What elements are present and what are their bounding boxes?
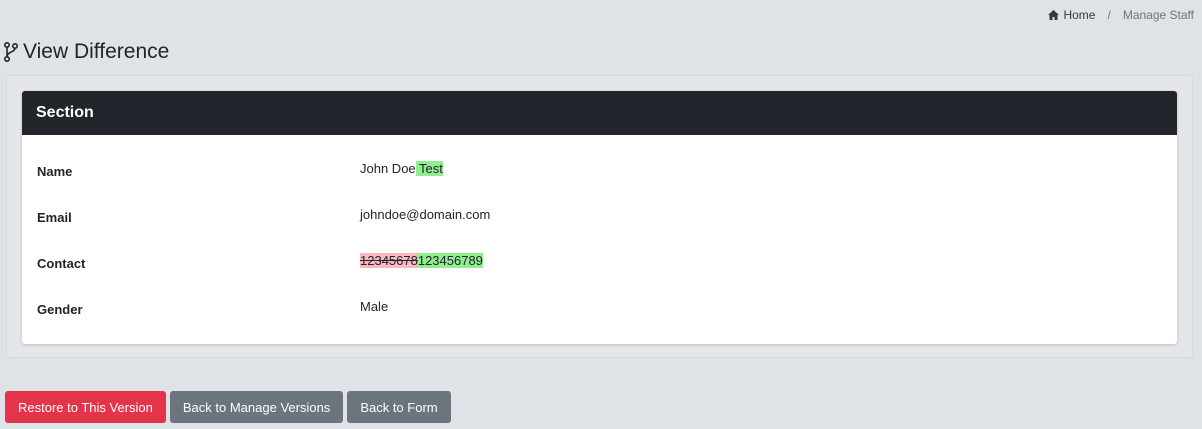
name-inserted-text: Test [415,161,443,176]
field-value-email: johndoe@domain.com [360,207,491,222]
back-to-form-button[interactable]: Back to Form [347,391,451,423]
field-row-gender: Gender Male [22,285,1177,331]
field-label-name: Name [37,164,73,179]
action-buttons: Restore to This Version Back to Manage V… [5,391,455,423]
field-label-contact: Contact [37,256,86,271]
back-to-manage-versions-button[interactable]: Back to Manage Versions [169,391,344,423]
field-row-name: Name John Doe Test [22,147,1177,193]
field-value-name: John Doe Test [360,161,443,176]
breadcrumb: Home / Manage Staff [1048,8,1194,22]
field-value-gender: Male [360,299,389,314]
contact-deleted-text: 12345678 [360,253,418,268]
section-body: Name John Doe Test Email johndoe@domain.… [22,135,1177,331]
contact-inserted-text: 123456789 [417,253,483,268]
field-label-gender: Gender [37,302,83,317]
page-title-text: View Difference [23,40,170,63]
field-row-email: Email johndoe@domain.com [22,193,1177,239]
field-label-email: Email [37,210,72,225]
restore-version-button[interactable]: Restore to This Version [5,391,166,423]
section-card: Section Name John Doe Test Email johndoe… [22,91,1177,344]
field-row-contact: Contact 12345678123456789 [22,239,1177,285]
section-header: Section [22,91,1177,135]
home-icon [1048,10,1060,20]
breadcrumb-home-label: Home [1063,8,1096,22]
breadcrumb-home-link[interactable]: Home [1048,8,1095,22]
field-value-contact: 12345678123456789 [360,253,483,268]
code-branch-icon [4,42,18,62]
breadcrumb-separator: / [1107,8,1111,22]
page-title: View Difference [4,40,169,64]
breadcrumb-current: Manage Staff [1122,8,1194,22]
name-original-text: John Doe [360,161,416,176]
